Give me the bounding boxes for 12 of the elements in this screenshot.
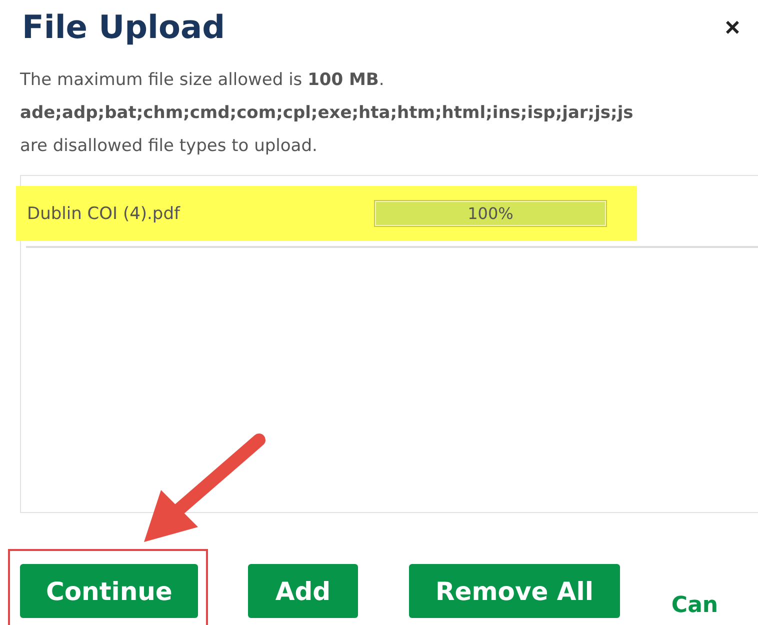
size-limit-text: The maximum file size allowed is 100 MB. xyxy=(20,69,386,92)
file-types-text: ade;adp;bat;chm;cmd;com;cpl;exe;hta;htm;html;ins;isp;jar;js;js xyxy=(20,102,634,125)
dialog-title: File Upload xyxy=(22,8,225,46)
action-button[interactable]: Add xyxy=(248,564,358,618)
file-types-note: are disallowed file types to upload. xyxy=(20,135,318,158)
cancel-link[interactable]: Can xyxy=(671,593,718,618)
file-name: Dublin COI (4).pdf xyxy=(26,204,182,224)
continue-button[interactable]: Continue xyxy=(20,564,198,618)
action-button[interactable]: Remove All xyxy=(408,564,620,618)
close-button[interactable]: × xyxy=(724,12,740,42)
file-row[interactable]: Dublin COI (4).pdf 100% xyxy=(16,186,637,241)
progress-text: 100% xyxy=(466,203,514,225)
